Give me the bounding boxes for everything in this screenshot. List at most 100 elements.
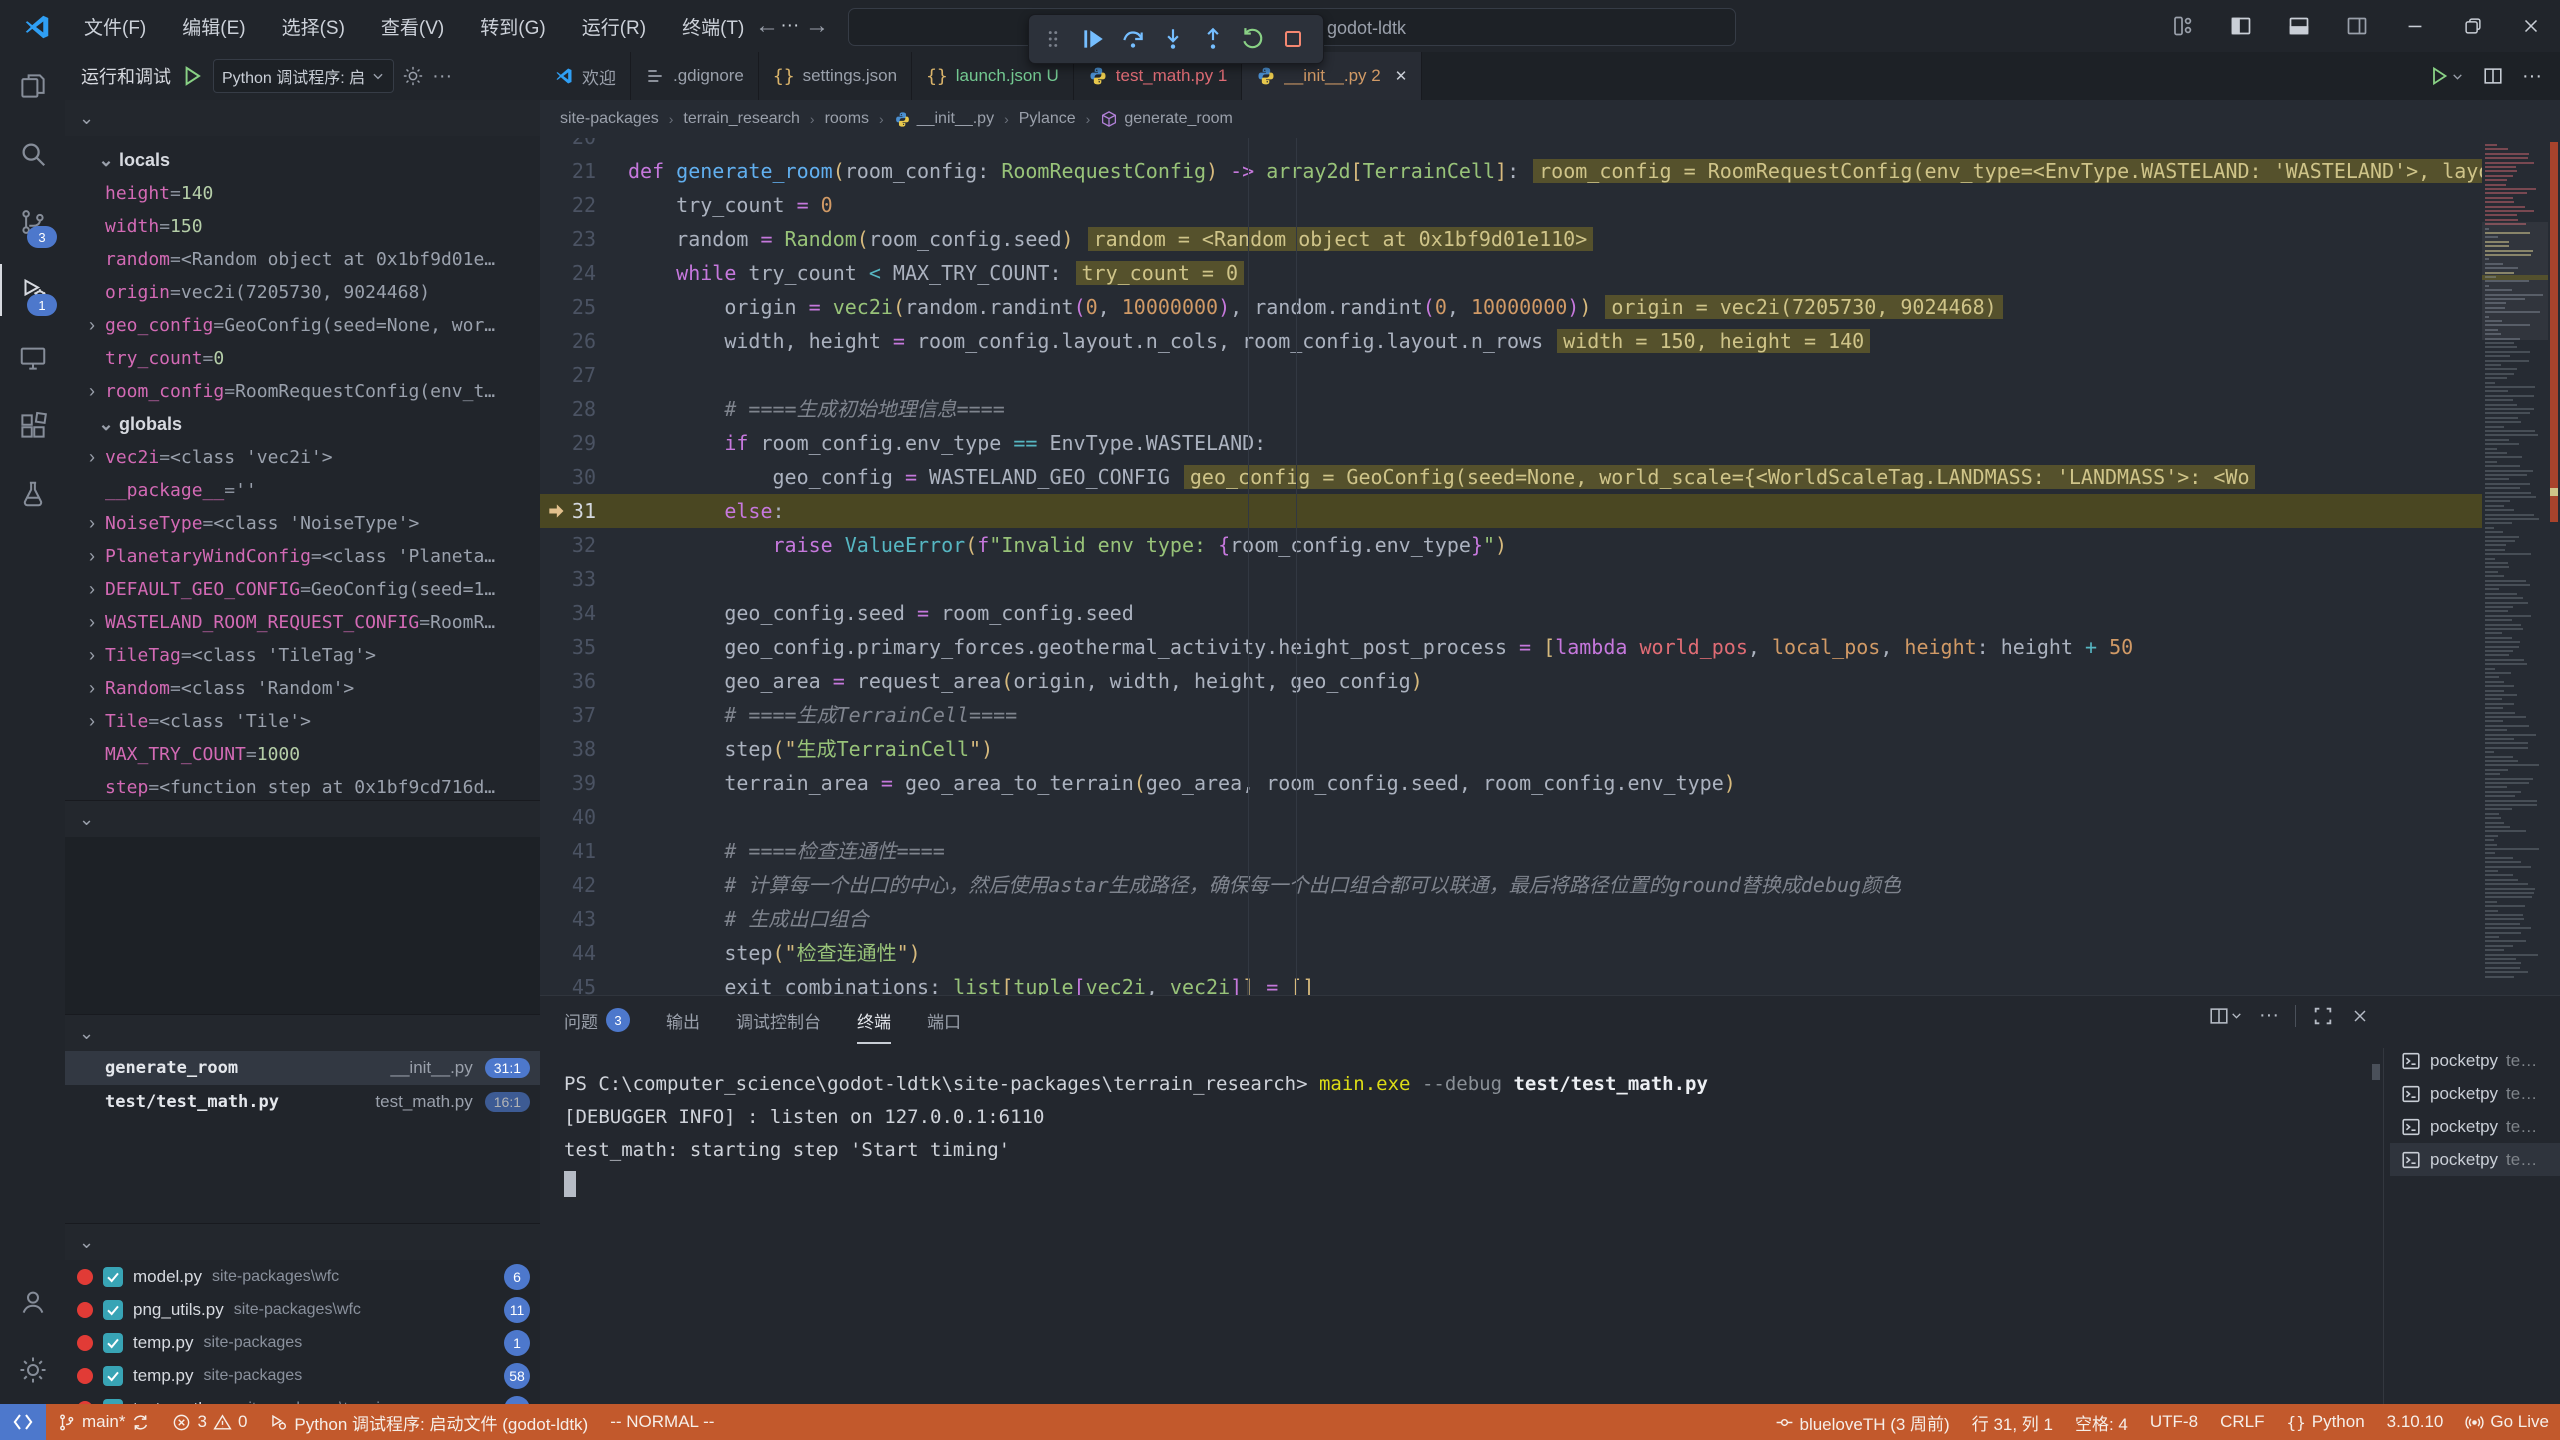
line-number[interactable]: 21 [540,154,628,188]
variable-__package__[interactable]: __package__ = '' [65,474,540,507]
panel-tab-端口[interactable]: 端口 [927,996,961,1044]
code-editor[interactable]: 2021def generate_room(room_config: RoomR… [540,138,2560,995]
code-line-22[interactable]: 22 try_count = 0 [540,188,2560,222]
line-number[interactable]: 22 [540,188,628,222]
tab-.gdignore[interactable]: .gdignore [631,52,759,100]
panel-tab-问题[interactable]: 问题3 [564,996,630,1044]
code-line-36[interactable]: 36 geo_area = request_area(origin, width… [540,664,2560,698]
stack-frame-generate_room[interactable]: generate_room__init__.py31:1 [65,1051,540,1085]
status-item-3[interactable]: UTF-8 [2139,1404,2209,1440]
code-line-33[interactable]: 33 [540,562,2560,596]
restart-button[interactable] [1235,20,1271,58]
breakpoint-0[interactable]: model.pysite-packages\wfc6 [65,1260,540,1293]
terminal-output[interactable]: PS C:\computer_science\godot-ldtk\site-p… [564,1068,2344,1197]
section-header-call-stack[interactable]: ⌄ [65,1014,540,1051]
code-line-43[interactable]: 43 # 生成出口组合 [540,902,2560,936]
line-number[interactable]: 30 [540,460,628,494]
breakpoint-1[interactable]: png_utils.pysite-packages\wfc11 [65,1293,540,1326]
variable-vec2i[interactable]: ›vec2i = <class 'vec2i'> [65,441,540,474]
line-number[interactable]: 45 [540,970,628,995]
scope-locals[interactable]: ⌄locals [65,144,540,177]
section-header-breakpoints[interactable]: ⌄ [65,1223,540,1260]
breadcrumb-item-Pylance[interactable]: Pylance [1019,110,1076,128]
code-line-25[interactable]: 25 origin = vec2i(random.randint(0, 1000… [540,290,2560,324]
more-actions-icon[interactable]: ··· [2259,1004,2279,1027]
variable-DEFAULT_GEO_CONFIG[interactable]: ›DEFAULT_GEO_CONFIG = GeoConfig(seed=1… [65,573,540,606]
status-item-5[interactable]: {}Python [2275,1404,2375,1440]
branch-status[interactable]: main* [46,1404,161,1440]
code-line-44[interactable]: 44 step("检查连通性") [540,936,2560,970]
close-icon[interactable] [2502,0,2560,52]
code-line-30[interactable]: 30 geo_config = WASTELAND_GEO_CONFIGgeo_… [540,460,2560,494]
line-number[interactable]: 41 [540,834,628,868]
variable-try_count[interactable]: try_count = 0 [65,342,540,375]
close-panel-icon[interactable] [2350,1006,2370,1026]
breakpoint-3[interactable]: temp.pysite-packages58 [65,1359,540,1392]
activity-item-account[interactable] [0,1268,65,1336]
menu-item-3[interactable]: 查看(V) [367,7,458,46]
variable-MAX_TRY_COUNT[interactable]: MAX_TRY_COUNT = 1000 [65,738,540,771]
minimize-icon[interactable] [2386,0,2444,52]
code-line-32[interactable]: 32 raise ValueError(f"Invalid env type: … [540,528,2560,562]
code-line-35[interactable]: 35 geo_config.primary_forces.geothermal_… [540,630,2560,664]
line-number[interactable]: 34 [540,596,628,630]
variable-height[interactable]: height = 140 [65,177,540,210]
activity-item-remote-explorer[interactable] [0,324,65,392]
panel-tab-终端[interactable]: 终端 [857,996,891,1044]
code-line-37[interactable]: 37 # ====生成TerrainCell==== [540,698,2560,732]
line-number[interactable]: 42 [540,868,628,902]
variable-NoiseType[interactable]: ›NoiseType = <class 'NoiseType'> [65,507,540,540]
remote-indicator[interactable] [0,1404,46,1440]
activity-item-extensions[interactable] [0,392,65,460]
sidebar-left-icon[interactable] [2212,0,2270,52]
maximize-panel-icon[interactable] [2312,1005,2334,1027]
variable-Tile[interactable]: ›Tile = <class 'Tile'> [65,705,540,738]
code-line-42[interactable]: 42 # 计算每一个出口的中心，然后使用astar生成路径，确保每一个出口组合都… [540,868,2560,902]
split-terminal-icon[interactable] [2208,1005,2243,1027]
debug-session-status[interactable]: Python 调试程序: 启动文件 (godot-ldtk) [258,1404,599,1440]
line-number[interactable]: 23 [540,222,628,256]
minimap[interactable] [2482,138,2548,995]
activity-item-search[interactable] [0,120,65,188]
line-number[interactable]: 26 [540,324,628,358]
breakpoint-checkbox[interactable] [103,1300,123,1320]
panel-tab-输出[interactable]: 输出 [666,996,700,1044]
line-number[interactable]: 24 [540,256,628,290]
menu-item-5[interactable]: 运行(R) [568,7,660,46]
variable-step[interactable]: step = <function step at 0x1bf9cd716d… [65,771,540,800]
code-line-41[interactable]: 41 # ====检查连通性==== [540,834,2560,868]
continue-button[interactable] [1075,20,1111,58]
step-over-button[interactable] [1115,20,1151,58]
line-number[interactable]: 36 [540,664,628,698]
menu-item-0[interactable]: 文件(F) [70,7,160,46]
menu-item-4[interactable]: 转到(G) [466,7,559,46]
line-number[interactable]: 40 [540,800,628,834]
breakpoint-4[interactable]: test_math.pysite-packages\terrain_res…16 [65,1392,540,1404]
activity-item-run-debug[interactable]: 1 [0,256,65,324]
panel-tab-调试控制台[interactable]: 调试控制台 [736,996,821,1044]
variable-geo_config[interactable]: ›geo_config = GeoConfig(seed=None, wor… [65,309,540,342]
variable-Random[interactable]: ›Random = <class 'Random'> [65,672,540,705]
section-header-watch[interactable]: ⌄ [65,800,540,837]
start-debug-button[interactable] [179,63,205,89]
status-item-7[interactable]: Go Live [2454,1404,2560,1440]
breakpoint-2[interactable]: temp.pysite-packages1 [65,1326,540,1359]
line-number[interactable]: 32 [540,528,628,562]
breakpoint-checkbox[interactable] [103,1366,123,1386]
tab-settings.json[interactable]: {}settings.json [759,52,912,100]
tab-欢迎[interactable]: 欢迎 [540,52,631,100]
line-number[interactable]: 39 [540,766,628,800]
code-line-24[interactable]: 24 while try_count < MAX_TRY_COUNT:try_c… [540,256,2560,290]
terminal-instance-2[interactable]: pocketpyte… [2390,1110,2560,1143]
status-item-1[interactable]: 行 31, 列 1 [1961,1404,2064,1440]
line-number[interactable]: 38 [540,732,628,766]
more-actions-icon[interactable]: ··· [2522,65,2542,88]
line-number[interactable]: 35 [540,630,628,664]
code-line-40[interactable]: 40 [540,800,2560,834]
line-number[interactable]: 29 [540,426,628,460]
code-line-20[interactable]: 20 [540,138,2560,154]
status-item-0[interactable]: blueloveTH (3 周前) [1764,1404,1961,1440]
scope-globals[interactable]: ⌄globals [65,408,540,441]
variable-PlanetaryWindConfig[interactable]: ›PlanetaryWindConfig = <class 'Planeta… [65,540,540,573]
more-actions-icon[interactable]: ··· [432,65,452,88]
